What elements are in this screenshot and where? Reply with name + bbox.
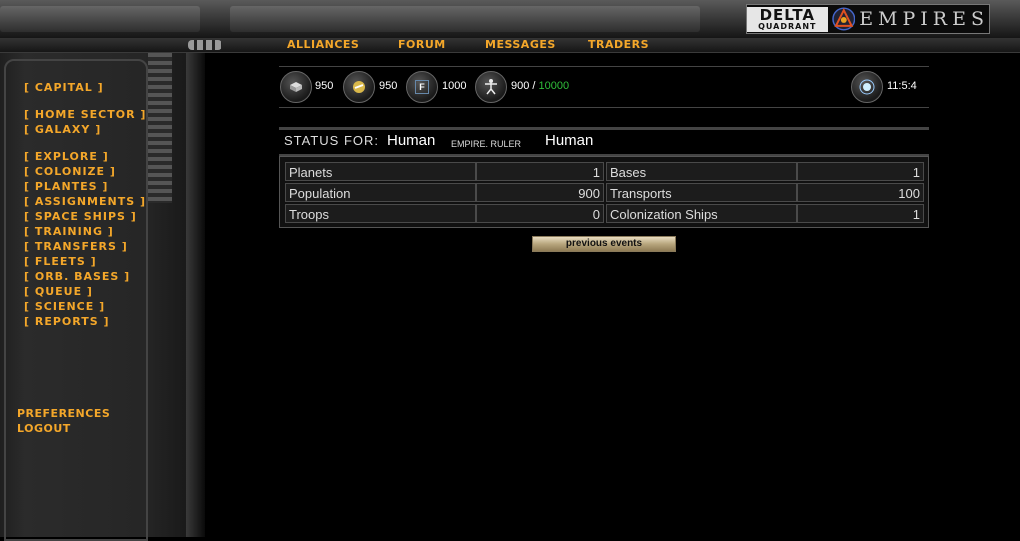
resource-bar: 950 950 F 1000 900 / 10000 11:5:4	[279, 66, 929, 108]
header-decoration	[230, 6, 700, 32]
crystal-icon	[343, 71, 375, 103]
sidebar-edge	[186, 53, 205, 537]
table-cell-label: Colonization Ships	[606, 204, 797, 223]
nav-alliances-link[interactable]: ALLIANCES	[287, 38, 359, 52]
table-cell-value: 0	[476, 204, 604, 223]
table-cell-label: Population	[285, 183, 476, 202]
sidebar-item-transfers[interactable]: [ TRANSFERS ]	[24, 240, 128, 253]
nav-traders-link[interactable]: TRADERS	[588, 38, 649, 52]
sidebar-item-space-ships[interactable]: [ SPACE SHIPS ]	[24, 210, 137, 223]
population-value: 900 / 10000	[511, 80, 570, 92]
game-time: 11:5:4	[887, 80, 917, 92]
table-cell-label: Bases	[606, 162, 797, 181]
sidebar-decoration	[148, 53, 172, 203]
sidebar-item-fleets[interactable]: [ FLEETS ]	[24, 255, 97, 268]
crystal-value: 950	[379, 80, 398, 92]
sidebar-item-explore[interactable]: [ EXPLORE ]	[24, 150, 109, 163]
empire-name: Human	[387, 132, 436, 149]
sidebar-item-plantes[interactable]: [ PLANTES ]	[24, 180, 108, 193]
nav-forum-link[interactable]: FORUM	[398, 38, 446, 52]
table-cell-label: Troops	[285, 204, 476, 223]
emblem-icon	[831, 7, 855, 31]
table-cell-value: 1	[797, 162, 924, 181]
fuel-icon: F	[406, 71, 438, 103]
table-cell-value: 1	[476, 162, 604, 181]
ruler-name: Human	[545, 132, 594, 149]
sidebar-item-training[interactable]: [ TRAINING ]	[24, 225, 114, 238]
table-cell-label: Transports	[606, 183, 797, 202]
nav-decoration	[188, 40, 222, 50]
preferences-link[interactable]: PREFERENCES	[17, 407, 110, 420]
header-decoration	[0, 6, 200, 32]
table-cell-value: 900	[476, 183, 604, 202]
status-header: STATUS FOR: Human EMPIRE. RULER Human	[279, 127, 929, 157]
logo-delta-quadrant: DELTA QUADRANT	[747, 6, 828, 32]
table-cell-label: Planets	[285, 162, 476, 181]
sidebar-item-reports[interactable]: [ REPORTS ]	[24, 315, 110, 328]
metal-value: 950	[315, 80, 334, 92]
status-label: STATUS FOR:	[284, 133, 380, 148]
sidebar-item-orb-bases[interactable]: [ ORB. BASES ]	[24, 270, 130, 283]
population-icon	[475, 71, 507, 103]
sidebar-item-capital[interactable]: [ CAPITAL ]	[24, 81, 104, 94]
sidebar-item-assignments[interactable]: [ ASSIGNMENTS ]	[24, 195, 146, 208]
sidebar-item-colonize[interactable]: [ COLONIZE ]	[24, 165, 116, 178]
game-logo: DELTA QUADRANT EMPIRES	[746, 4, 990, 34]
previous-events-button[interactable]: previous events	[532, 236, 676, 252]
sidebar-item-science[interactable]: [ SCIENCE ]	[24, 300, 105, 313]
status-table: Planets 1 Bases 1 Population 900 Transpo…	[279, 156, 929, 228]
sidebar: [ CAPITAL ] [ HOME SECTOR ] [ GALAXY ] […	[0, 53, 205, 541]
sidebar-item-queue[interactable]: [ QUEUE ]	[24, 285, 93, 298]
clock-icon	[851, 71, 883, 103]
empire-ruler-label: EMPIRE. RULER	[451, 139, 522, 149]
top-header: DELTA QUADRANT EMPIRES	[0, 0, 1020, 39]
sidebar-item-galaxy[interactable]: [ GALAXY ]	[24, 123, 101, 136]
population-max: 10000	[538, 80, 570, 92]
table-cell-value: 1	[797, 204, 924, 223]
logout-link[interactable]: LOGOUT	[17, 422, 71, 435]
metal-icon	[280, 71, 312, 103]
fuel-value: 1000	[442, 80, 467, 92]
top-nav: ALLIANCES FORUM MESSAGES TRADERS	[0, 38, 1020, 53]
table-cell-value: 100	[797, 183, 924, 202]
nav-messages-link[interactable]: MESSAGES	[485, 38, 556, 52]
sidebar-item-home-sector[interactable]: [ HOME SECTOR ]	[24, 108, 146, 121]
